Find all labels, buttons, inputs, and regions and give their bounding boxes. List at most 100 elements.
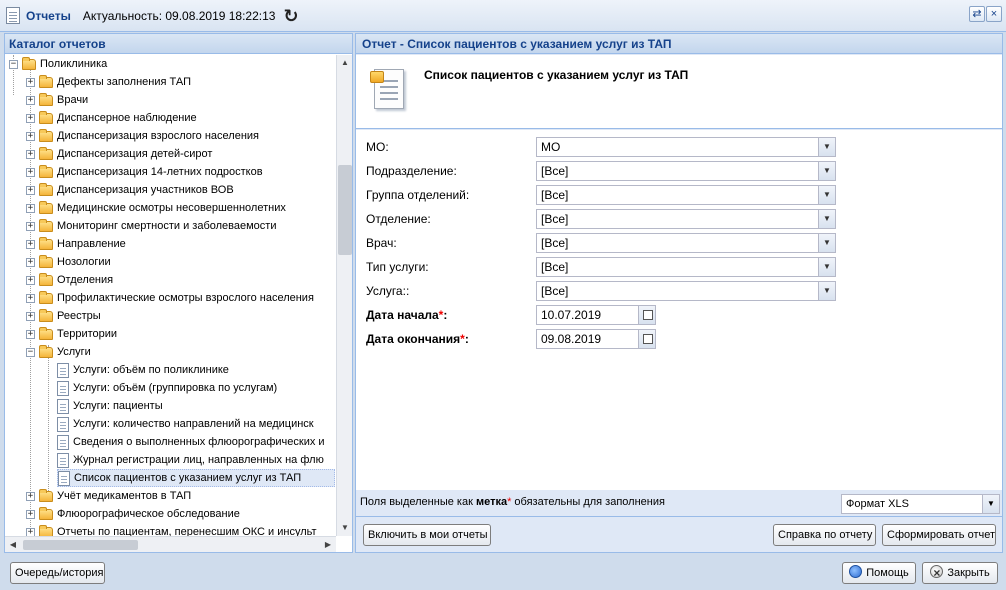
expand-icon[interactable]: + — [26, 527, 35, 536]
field-select[interactable]: [Все] ▼ — [536, 185, 836, 205]
expand-icon[interactable]: + — [26, 491, 35, 501]
expand-icon[interactable]: + — [26, 221, 35, 231]
tree-report-item[interactable]: Список пациентов с указанием услуг из ТА… — [57, 469, 335, 487]
tree-report-item[interactable]: Услуги: количество направлений на медици… — [57, 415, 314, 433]
expand-icon[interactable]: + — [26, 113, 35, 123]
tree-folder[interactable]: + Диспансеризация детей-сирот — [26, 145, 212, 163]
calendar-icon[interactable] — [638, 306, 655, 324]
close-circle-icon — [930, 563, 944, 583]
add-to-my-reports-button[interactable]: Включить в мои отчеты — [363, 524, 491, 546]
chevron-down-icon[interactable]: ▼ — [818, 282, 835, 300]
tree-folder[interactable]: + Территории — [26, 325, 117, 343]
tree-item-label: Журнал регистрации лиц, направленных на … — [73, 454, 324, 466]
expand-icon[interactable]: + — [26, 329, 35, 339]
scroll-right-icon[interactable]: ▶ — [320, 537, 336, 552]
tree-report-item[interactable]: Журнал регистрации лиц, направленных на … — [57, 451, 324, 469]
calendar-icon[interactable] — [638, 330, 655, 348]
tree-folder-open[interactable]: − Услуги — [26, 343, 91, 361]
field-select[interactable]: [Все] ▼ — [536, 161, 836, 181]
tree-report-item[interactable]: Услуги: пациенты — [57, 397, 163, 415]
folder-icon — [39, 344, 53, 358]
expand-icon[interactable]: + — [26, 257, 35, 267]
tree-item-label: Врачи — [57, 94, 89, 106]
tree-folder[interactable]: + Диспансеризация взрослого населения — [26, 127, 259, 145]
field-select[interactable]: [Все] ▼ — [536, 209, 836, 229]
form-row: Подразделение: [Все] ▼ — [366, 160, 836, 182]
report-parameters-form: Дата начала*: 10.07.2019 Дата окончания*… — [356, 130, 1002, 490]
chevron-down-icon[interactable]: ▼ — [818, 138, 835, 156]
expand-icon[interactable]: + — [26, 149, 35, 159]
refresh-icon[interactable]: ↻ — [283, 7, 298, 25]
help-button[interactable]: Помощь — [842, 562, 916, 584]
tree-folder[interactable]: + Направление — [26, 235, 126, 253]
expand-icon[interactable]: + — [26, 95, 35, 105]
tree-folder[interactable]: + Профилактические осмотры взрослого насе… — [26, 289, 314, 307]
catalog-vertical-scrollbar[interactable]: ▲ ▼ — [336, 55, 352, 536]
expand-icon[interactable]: + — [26, 77, 35, 87]
tree-folder[interactable]: + Дефекты заполнения ТАП — [26, 73, 191, 91]
expand-icon[interactable]: + — [26, 509, 35, 519]
close-icon[interactable]: × — [986, 6, 1002, 22]
tree-item-label: Диспансеризация детей-сирот — [57, 148, 213, 160]
date-end-field[interactable]: 09.08.2019 — [536, 329, 656, 349]
chevron-down-icon[interactable]: ▼ — [982, 495, 999, 513]
chevron-down-icon[interactable]: ▼ — [818, 210, 835, 228]
expand-icon[interactable]: + — [26, 311, 35, 321]
field-select[interactable]: МО ▼ — [536, 137, 836, 157]
expand-icon[interactable]: + — [26, 293, 35, 303]
report-header: Отчет - Список пациентов с указанием усл… — [356, 34, 1002, 54]
close-button[interactable]: Закрыть — [922, 562, 998, 584]
chevron-down-icon[interactable]: ▼ — [818, 258, 835, 276]
chevron-down-icon[interactable]: ▼ — [818, 186, 835, 204]
expand-icon[interactable]: + — [26, 275, 35, 285]
field-select[interactable]: [Все] ▼ — [536, 281, 836, 301]
expand-icon[interactable]: + — [26, 185, 35, 195]
field-select[interactable]: [Все] ▼ — [536, 233, 836, 253]
tree-item-label: Диспансерное наблюдение — [57, 112, 197, 124]
report-catalog-panel: Каталог отчетов − Поликлиника + Дефекты зап… — [4, 33, 353, 553]
format-select[interactable]: Формат XLS ▼ — [841, 494, 1000, 514]
tree-folder-root[interactable]: − Поликлиника — [9, 55, 107, 73]
expand-icon[interactable]: + — [26, 239, 35, 249]
tree-folder[interactable]: + Врачи — [26, 91, 88, 109]
tree-item-label: Учёт медикаментов в ТАП — [57, 490, 192, 502]
tree-folder[interactable]: + Медицинские осмотры несовершеннолетних — [26, 199, 286, 217]
scroll-left-icon[interactable]: ◀ — [5, 537, 21, 552]
actuality-label: Актуальность: 09.08.2019 18:22:13 — [82, 8, 276, 23]
chevron-down-icon[interactable]: ▼ — [818, 162, 835, 180]
tree-folder[interactable]: + Флюорографическое обследование — [26, 505, 240, 523]
tree-folder[interactable]: + Отчеты по пациентам, перенесшим ОКС и и… — [26, 523, 317, 536]
tree-report-item[interactable]: Услуги: объём (группировка по услугам) — [57, 379, 277, 397]
tree-report-item[interactable]: Сведения о выполненных флюорографических… — [57, 433, 325, 451]
tree-folder[interactable]: + Диспансеризация участников ВОВ — [26, 181, 234, 199]
tree-report-item[interactable]: Услуги: объём по поликлинике — [57, 361, 229, 379]
date-start-field[interactable]: 10.07.2019 — [536, 305, 656, 325]
expand-icon[interactable]: + — [26, 167, 35, 177]
collapse-icon[interactable]: − — [9, 59, 18, 69]
scroll-up-icon[interactable]: ▲ — [337, 55, 352, 71]
tree-folder[interactable]: + Диспансеризация 14-летних подростков — [26, 163, 263, 181]
form-row: Отделение: [Все] ▼ — [366, 208, 836, 230]
collapse-icon[interactable]: − — [26, 347, 35, 357]
tree-folder[interactable]: + Реестры — [26, 307, 101, 325]
field-value: [Все] — [541, 164, 569, 178]
expand-icon[interactable]: + — [26, 131, 35, 141]
catalog-horizontal-scrollbar[interactable]: ◀ ▶ — [5, 536, 336, 552]
report-help-button[interactable]: Справка по отчету — [773, 524, 876, 546]
restore-icon[interactable]: ⇄ — [969, 6, 985, 22]
tree-folder[interactable]: + Отделения — [26, 271, 113, 289]
tree-folder[interactable]: + Диспансерное наблюдение — [26, 109, 197, 127]
tree-folder[interactable]: + Учёт медикаментов в ТАП — [26, 487, 191, 505]
folder-icon — [39, 326, 53, 340]
expand-icon[interactable]: + — [26, 203, 35, 213]
tree-folder[interactable]: + Мониторинг смертности и заболеваемости — [26, 217, 276, 235]
horizontal-scroll-thumb[interactable] — [23, 540, 138, 550]
field-select[interactable]: [Все] ▼ — [536, 257, 836, 277]
tree-folder[interactable]: + Нозологии — [26, 253, 111, 271]
vertical-scroll-thumb[interactable] — [338, 165, 352, 255]
chevron-down-icon[interactable]: ▼ — [818, 234, 835, 252]
scroll-down-icon[interactable]: ▼ — [337, 520, 352, 536]
tree-item-label: Отделения — [57, 274, 114, 286]
generate-report-button[interactable]: Сформировать отчет — [882, 524, 996, 546]
queue-history-button[interactable]: Очередь/история — [10, 562, 105, 584]
